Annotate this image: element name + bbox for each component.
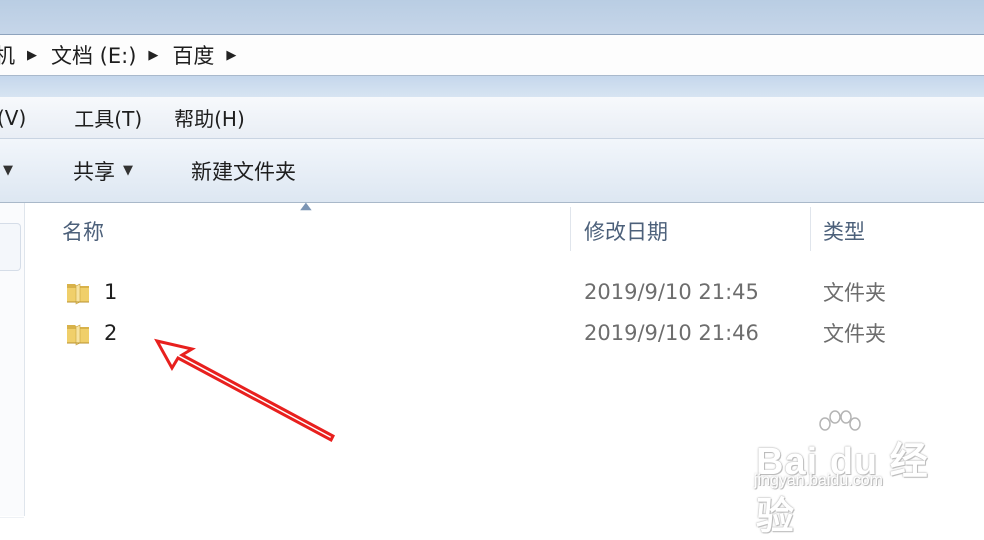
column-header-name-label: 名称 xyxy=(62,219,104,244)
breadcrumb-chevron-icon[interactable]: ▶ xyxy=(144,48,162,63)
breadcrumb-chevron-icon[interactable]: ▶ xyxy=(222,48,240,63)
share-button-label: 共享 xyxy=(73,159,115,184)
column-divider[interactable] xyxy=(570,207,571,251)
chevron-down-icon: ▼ xyxy=(123,163,133,178)
column-divider[interactable] xyxy=(810,207,811,251)
watermark-url: jingyan.baidu.com xyxy=(754,472,883,489)
nav-selected-item[interactable] xyxy=(0,223,21,271)
column-header-type[interactable]: 类型 xyxy=(823,203,973,258)
window-title-bar xyxy=(0,0,984,34)
file-modified-date: 2019/9/10 21:46 xyxy=(584,321,759,345)
command-toolbar: ▼ 共享 ▼ 新建文件夹 xyxy=(0,139,984,203)
column-header-name[interactable]: 名称 xyxy=(62,203,567,258)
address-bar[interactable]: 机 ▶ 文档 (E:) ▶ 百度 ▶ xyxy=(0,34,984,76)
file-row-2[interactable]: 2 2019/9/10 21:46 文件夹 xyxy=(25,313,984,353)
address-bar-gap xyxy=(0,76,984,97)
column-header-date[interactable]: 修改日期 xyxy=(584,203,804,258)
breadcrumb-chevron-icon[interactable]: ▶ xyxy=(23,48,41,63)
navigation-pane[interactable] xyxy=(0,203,25,518)
folder-icon xyxy=(67,283,89,305)
menu-tools[interactable]: 工具(T) xyxy=(58,103,158,132)
breadcrumb-computer[interactable]: 机 xyxy=(0,40,23,70)
file-type: 文件夹 xyxy=(823,322,886,346)
menu-view[interactable]: (V) xyxy=(0,106,58,130)
chevron-down-icon: ▼ xyxy=(3,163,13,178)
folder-icon xyxy=(67,324,89,346)
column-header-row: ▲ 名称 修改日期 类型 xyxy=(25,201,984,258)
file-name: 2 xyxy=(104,321,118,345)
baidu-jingyan-watermark: Bai du 经验 jingyan.baidu.com xyxy=(752,410,942,538)
file-modified-date: 2019/9/10 21:45 xyxy=(584,280,759,304)
file-type: 文件夹 xyxy=(823,281,886,305)
file-name: 1 xyxy=(104,280,118,304)
file-row-1[interactable]: 1 2019/9/10 21:45 文件夹 xyxy=(25,272,984,312)
breadcrumb-baidu[interactable]: 百度 xyxy=(162,40,222,70)
menu-bar: (V) 工具(T) 帮助(H) xyxy=(0,97,984,139)
breadcrumb-drive-e[interactable]: 文档 (E:) xyxy=(41,40,144,70)
column-header-type-label: 类型 xyxy=(823,219,865,244)
organize-dropdown-button[interactable]: ▼ xyxy=(3,163,13,178)
new-folder-label: 新建文件夹 xyxy=(191,159,296,184)
nav-divider xyxy=(0,517,24,518)
new-folder-button[interactable]: 新建文件夹 xyxy=(191,156,296,186)
menu-help[interactable]: 帮助(H) xyxy=(158,103,261,132)
share-button[interactable]: 共享 ▼ xyxy=(73,156,133,186)
column-header-date-label: 修改日期 xyxy=(584,219,668,244)
